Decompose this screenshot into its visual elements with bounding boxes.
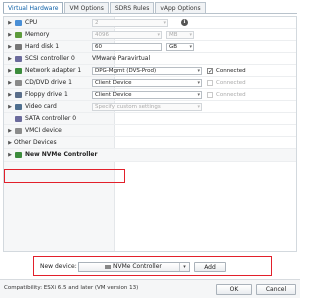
chevron-down-icon: ▾ bbox=[197, 80, 200, 86]
connected-label: Connected bbox=[216, 68, 246, 74]
expand-arrow-icon[interactable]: ▶ bbox=[7, 92, 13, 98]
row-other-devices: ▶ Other Devices bbox=[4, 137, 296, 149]
chevron-down-icon: ▾ bbox=[189, 32, 192, 38]
nvme-controller-icon bbox=[15, 152, 22, 158]
cd-dvd-value: Client Device bbox=[95, 80, 132, 86]
network-value: DPG-Mgmt (DVS-Prod) bbox=[95, 68, 157, 74]
hard-disk-unit: GB bbox=[169, 44, 178, 50]
nvme-highlight-box bbox=[4, 169, 125, 183]
cd-dvd-select[interactable]: Client Device ▾ bbox=[92, 79, 202, 87]
row-vmci: ▶ VMCI device bbox=[4, 125, 296, 137]
hard-disk-size-input[interactable]: 60 bbox=[92, 43, 162, 51]
row-cd-dvd: ▶ CD/DVD drive 1 Client Device ▾ Connect… bbox=[4, 77, 296, 89]
memory-value: 4096 bbox=[95, 32, 109, 38]
expand-arrow-icon[interactable]: ▶ bbox=[7, 20, 13, 26]
row-label: Network adapter 1 bbox=[25, 67, 82, 74]
row-label: Hard disk 1 bbox=[25, 43, 60, 50]
vmci-icon bbox=[15, 128, 22, 134]
row-new-nvme[interactable]: ▶ New NVMe Controller bbox=[4, 149, 296, 162]
new-device-select[interactable]: NVMe Controller ▾ bbox=[78, 262, 190, 272]
expand-arrow-icon[interactable]: ▶ bbox=[7, 44, 13, 50]
video-card-value: Specify custom settings bbox=[95, 104, 161, 110]
new-device-label: New device: bbox=[40, 263, 77, 270]
info-icon[interactable]: i bbox=[181, 19, 188, 26]
expand-arrow-icon[interactable]: ▶ bbox=[7, 140, 13, 146]
sata-icon bbox=[15, 116, 22, 122]
row-sata: SATA controller 0 bbox=[4, 113, 296, 125]
chevron-down-icon: ▾ bbox=[157, 32, 160, 38]
connected-checkbox[interactable] bbox=[207, 92, 213, 98]
video-card-select[interactable]: Specify custom settings ▾ bbox=[92, 103, 202, 111]
row-label: Video card bbox=[25, 103, 57, 110]
cpu-value: 2 bbox=[95, 20, 99, 26]
ok-button[interactable]: OK bbox=[216, 284, 252, 295]
chevron-down-icon: ▾ bbox=[163, 20, 166, 26]
row-label: VMCI device bbox=[25, 127, 62, 134]
expand-arrow-icon[interactable]: ▶ bbox=[7, 56, 13, 62]
connected-checkbox[interactable]: ✓ bbox=[207, 68, 213, 75]
row-cpu: ▶ CPU 2 ▾ i bbox=[4, 17, 296, 29]
device-icon bbox=[105, 265, 111, 269]
cpu-select[interactable]: 2 ▾ bbox=[92, 19, 168, 27]
row-label: SCSI controller 0 bbox=[25, 55, 75, 62]
floppy-select[interactable]: Client Device ▾ bbox=[92, 91, 202, 99]
hardware-grid: ▶ CPU 2 ▾ i ▶ Memory 4096 ▾ MB ▾ ▶ Hard … bbox=[3, 16, 297, 252]
hard-disk-unit-select[interactable]: GB ▾ bbox=[166, 43, 194, 51]
expand-arrow-icon[interactable]: ▶ bbox=[7, 68, 13, 74]
memory-unit-select[interactable]: MB ▾ bbox=[166, 31, 194, 39]
memory-icon bbox=[15, 32, 22, 38]
row-video-card: ▶ Video card Specify custom settings ▾ bbox=[4, 101, 296, 113]
row-label: Other Devices bbox=[14, 139, 57, 146]
row-label: Memory bbox=[25, 31, 50, 38]
row-network-adapter: ▶ Network adapter 1 DPG-Mgmt (DVS-Prod) … bbox=[4, 65, 296, 77]
chevron-down-icon: ▾ bbox=[197, 68, 200, 74]
chevron-down-icon: ▾ bbox=[179, 263, 189, 271]
chevron-down-icon: ▾ bbox=[197, 104, 200, 110]
row-scsi: ▶ SCSI controller 0 VMware Paravirtual bbox=[4, 53, 296, 65]
connected-checkbox[interactable] bbox=[207, 80, 213, 86]
row-hard-disk: ▶ Hard disk 1 60 GB ▾ bbox=[4, 41, 296, 53]
new-device-bar: New device: NVMe Controller ▾ Add bbox=[33, 256, 272, 276]
network-select[interactable]: DPG-Mgmt (DVS-Prod) ▾ bbox=[92, 67, 202, 75]
expand-arrow-icon[interactable]: ▶ bbox=[7, 104, 13, 110]
row-label: New NVMe Controller bbox=[25, 151, 98, 158]
video-card-icon bbox=[15, 104, 22, 110]
cd-dvd-icon bbox=[15, 80, 22, 86]
row-memory: ▶ Memory 4096 ▾ MB ▾ bbox=[4, 29, 296, 41]
floppy-icon bbox=[15, 92, 22, 98]
hard-disk-value: 60 bbox=[95, 44, 102, 50]
scsi-icon bbox=[15, 56, 22, 62]
hard-disk-icon bbox=[15, 44, 22, 50]
cpu-icon bbox=[15, 20, 22, 26]
scsi-type: VMware Paravirtual bbox=[92, 55, 151, 62]
expand-arrow-icon[interactable]: ▶ bbox=[7, 80, 13, 86]
memory-unit: MB bbox=[169, 32, 178, 38]
row-floppy: ▶ Floppy drive 1 Client Device ▾ Connect… bbox=[4, 89, 296, 101]
row-label: CPU bbox=[25, 19, 38, 26]
tab-divider bbox=[3, 13, 297, 14]
network-icon bbox=[15, 68, 22, 74]
expand-arrow-icon[interactable]: ▶ bbox=[7, 128, 13, 134]
cancel-button[interactable]: Cancel bbox=[256, 284, 296, 295]
connected-label: Connected bbox=[216, 92, 246, 98]
chevron-down-icon: ▾ bbox=[197, 92, 200, 98]
expand-arrow-icon[interactable]: ▶ bbox=[7, 152, 13, 158]
row-label: CD/DVD drive 1 bbox=[25, 79, 72, 86]
floppy-value: Client Device bbox=[95, 92, 132, 98]
memory-select[interactable]: 4096 ▾ bbox=[92, 31, 162, 39]
row-label: SATA controller 0 bbox=[25, 115, 77, 122]
compatibility-text: Compatibility: ESXi 6.5 and later (VM ve… bbox=[4, 285, 139, 291]
new-device-value: NVMe Controller bbox=[113, 263, 162, 270]
connected-label: Connected bbox=[216, 80, 246, 86]
chevron-down-icon: ▾ bbox=[189, 44, 192, 50]
expand-arrow-icon[interactable]: ▶ bbox=[7, 32, 13, 38]
add-button[interactable]: Add bbox=[194, 262, 226, 272]
dialog-footer: Compatibility: ESXi 6.5 and later (VM ve… bbox=[0, 279, 300, 298]
row-label: Floppy drive 1 bbox=[25, 91, 68, 98]
